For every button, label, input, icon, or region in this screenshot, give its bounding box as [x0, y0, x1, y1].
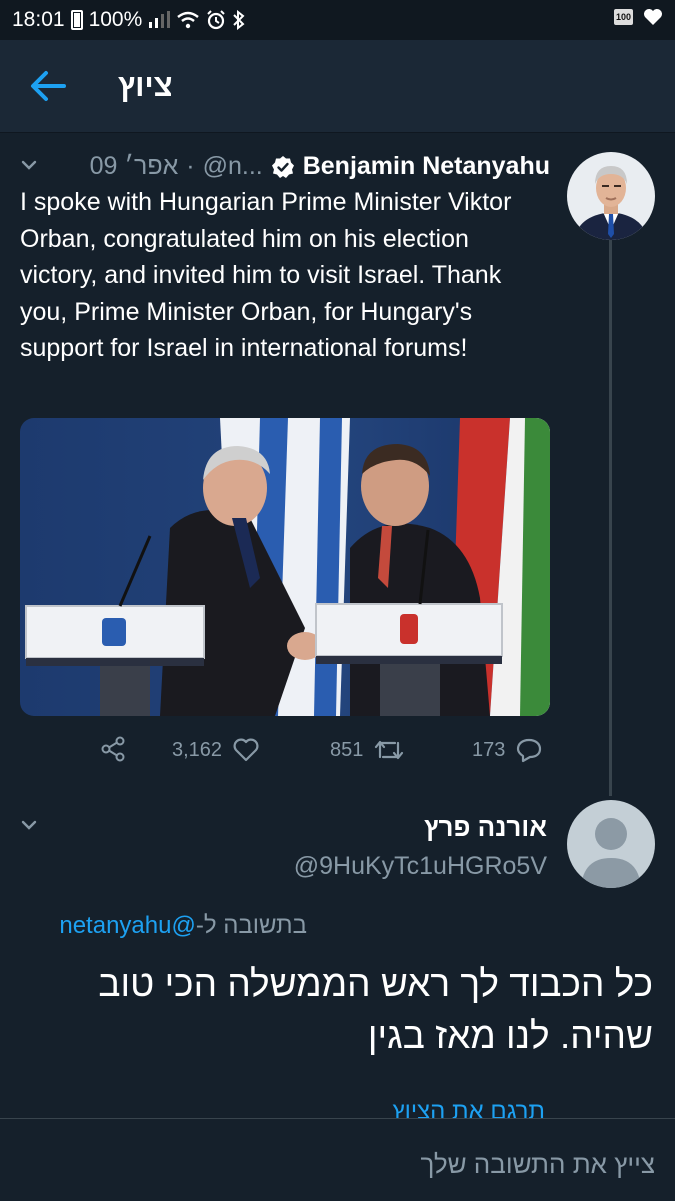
- heart-icon: [233, 738, 259, 762]
- default-avatar-icon: [567, 800, 655, 888]
- retweet-count: 851: [330, 738, 364, 761]
- reply-author-name[interactable]: אורנה פרץ: [424, 812, 547, 843]
- reply-icon: [517, 738, 542, 763]
- header: ציוץ: [0, 40, 675, 133]
- back-arrow-icon[interactable]: [28, 68, 68, 104]
- tweet-separator: ·: [186, 152, 195, 180]
- alarm-icon: [207, 10, 225, 30]
- signal-icon: [149, 11, 171, 28]
- reply-author-avatar[interactable]: [567, 800, 655, 888]
- thread-line: [609, 240, 612, 796]
- replying-to-handle[interactable]: @netanyahu: [59, 912, 195, 939]
- tweet-text: I spoke with Hungarian Prime Minister Vi…: [20, 188, 512, 362]
- status-left: 18:01 100%: [12, 8, 246, 32]
- status-bar: 18:01 100% 100: [0, 0, 675, 40]
- page-title: ציוץ: [118, 68, 173, 103]
- tweet-header: 09 אפר׳ · @n... Benjamin Netanyahu: [90, 152, 550, 181]
- heart-status-icon: [644, 9, 662, 25]
- reply-action[interactable]: 173: [472, 735, 543, 765]
- handshake-photo-image: [20, 418, 550, 716]
- wifi-icon: [177, 11, 200, 29]
- battery-icon: [70, 10, 83, 30]
- status-right: 100: [613, 8, 663, 26]
- tweet-photo[interactable]: [20, 418, 550, 716]
- reply-count: 173: [472, 738, 506, 761]
- compose-reply-bar[interactable]: צייץ את התשובה שלך: [0, 1118, 675, 1201]
- retweet-icon: [375, 740, 404, 760]
- share-icon[interactable]: [100, 736, 126, 762]
- status-time: 18:01: [12, 8, 65, 31]
- compose-placeholder[interactable]: צייץ את התשובה שלך: [420, 1149, 655, 1180]
- replying-to-line: בתשובה ל-@netanyahu: [59, 912, 307, 940]
- netanyahu-avatar-image: [567, 152, 655, 240]
- tweet-author-avatar[interactable]: [567, 152, 655, 240]
- bluetooth-icon: [233, 10, 245, 30]
- tweet-chevron-down-icon[interactable]: [20, 156, 38, 174]
- reply-text: כל הכבוד לך ראש הממשלה הכי טוב שהיה. לנו…: [98, 963, 653, 1056]
- tweet-date: 09 אפר׳: [89, 152, 179, 180]
- tweet-author-name[interactable]: Benjamin Netanyahu: [303, 152, 550, 181]
- like-count: 3,162: [172, 738, 223, 761]
- replying-to-prefix: בתשובה ל-: [195, 912, 307, 939]
- reply-chevron-down-icon[interactable]: [20, 816, 38, 834]
- like-action[interactable]: 3,162: [172, 735, 260, 765]
- verified-badge-icon: [271, 155, 294, 178]
- tweet-author-handle[interactable]: @n...: [203, 152, 263, 181]
- retweet-action[interactable]: 851: [330, 735, 405, 765]
- reply-author-handle[interactable]: @9HuKyTc1uHGRo5V: [294, 852, 547, 881]
- status-battery-percent: 100%: [88, 8, 143, 31]
- battery-saver-badge: 100: [613, 9, 633, 25]
